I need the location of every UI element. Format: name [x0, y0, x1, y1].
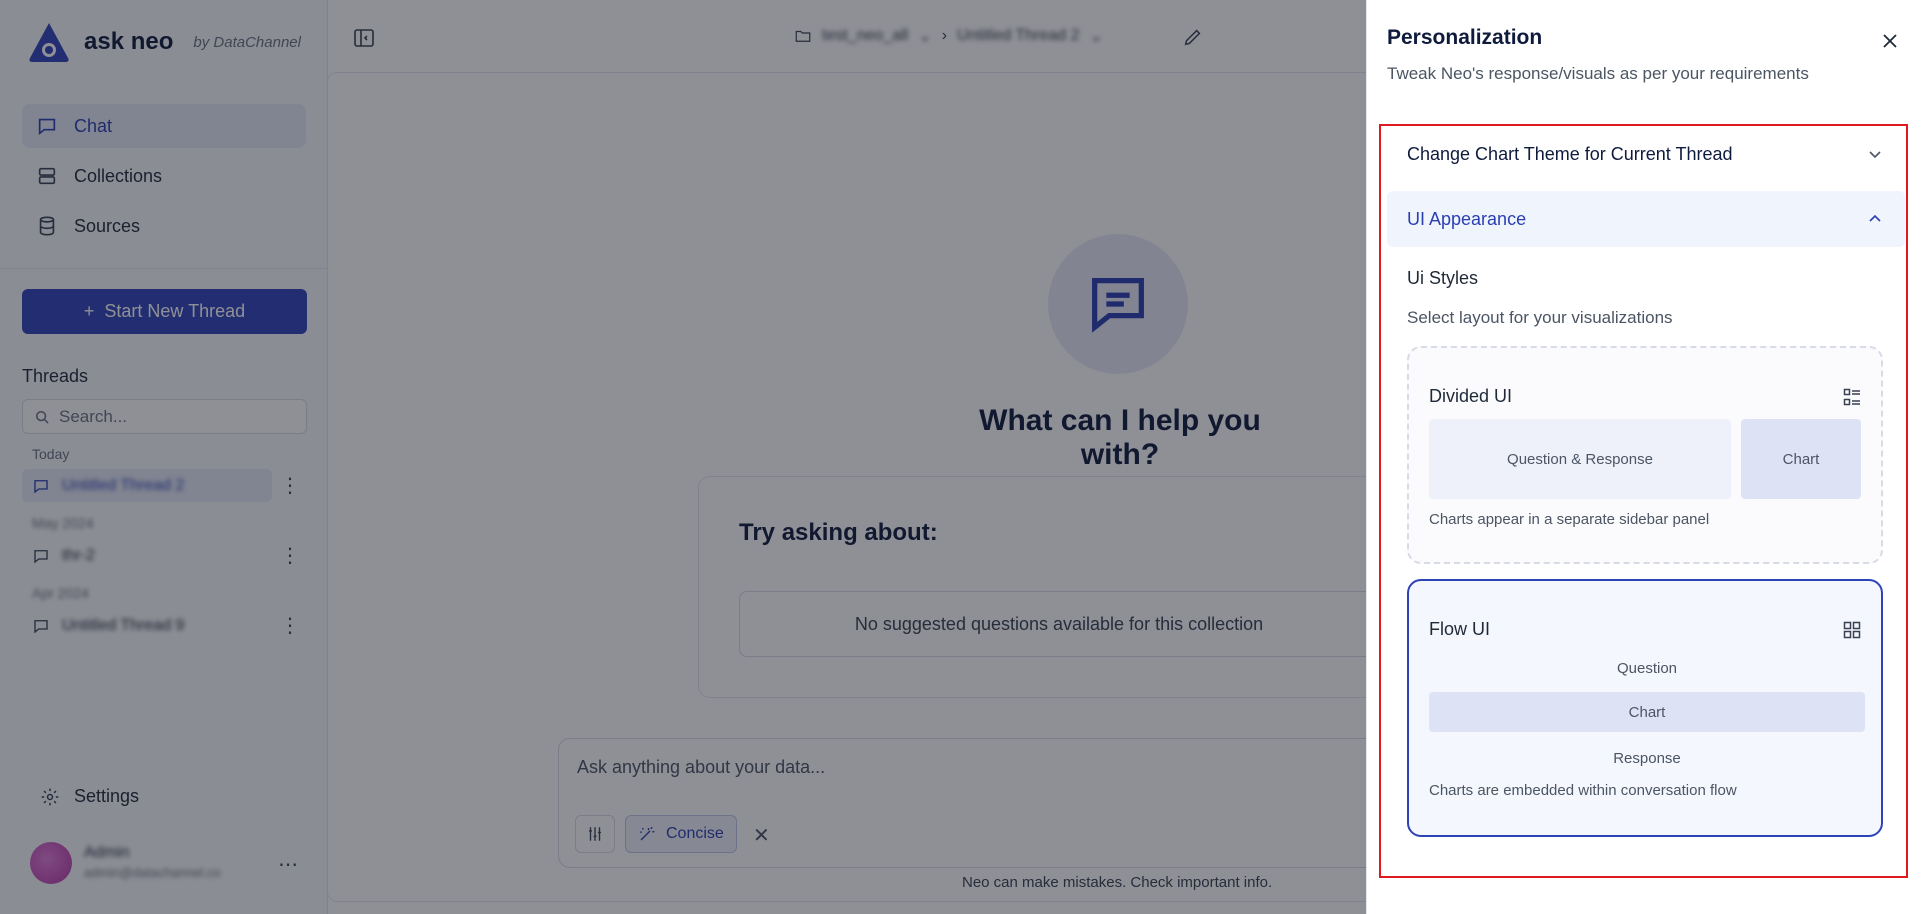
divided-ui-option[interactable]: Divided UI Question & Response Chart Cha… — [1407, 346, 1883, 564]
modal-overlay[interactable] — [0, 0, 1366, 914]
chevron-up-icon — [1869, 214, 1881, 222]
accordion-ui-appearance-label: UI Appearance — [1407, 208, 1527, 229]
grid-layout-icon — [1843, 621, 1861, 639]
flow-ui-name: Flow UI — [1429, 619, 1491, 639]
flow-ui-question: Question — [1616, 659, 1678, 677]
personalization-panel: Personalization Tweak Neo's response/vis… — [1366, 0, 1921, 914]
divided-ui-question-response: Question & Response — [1429, 419, 1731, 499]
ui-styles-title: Ui Styles — [1407, 268, 1479, 288]
list-layout-icon — [1843, 388, 1860, 406]
divided-ui-description: Charts appear in a separate sidebar pane… — [1429, 511, 1710, 528]
chevron-down-icon — [1869, 151, 1881, 159]
accordion-chart-theme-label: Change Chart Theme for Current Thread — [1407, 143, 1733, 164]
flow-ui-chart: Chart — [1429, 692, 1865, 732]
ui-styles-subtitle: Select layout for your visualizations — [1407, 308, 1673, 327]
panel-subtitle: Tweak Neo's response/visuals as per your… — [1387, 64, 1809, 83]
divided-ui-name: Divided UI — [1429, 386, 1513, 406]
flow-ui-description: Charts are embedded within conversation … — [1429, 782, 1737, 799]
close-icon[interactable] — [1879, 30, 1901, 52]
accordion-ui-appearance[interactable]: UI Appearance — [1387, 191, 1905, 247]
panel-title: Personalization — [1387, 26, 1543, 49]
flow-ui-response: Response — [1613, 749, 1681, 767]
accordion-chart-theme[interactable]: Change Chart Theme for Current Thread — [1387, 126, 1905, 182]
divided-ui-chart: Chart — [1741, 419, 1861, 499]
flow-ui-option[interactable]: Flow UI Question Chart Response Charts a… — [1407, 579, 1883, 837]
